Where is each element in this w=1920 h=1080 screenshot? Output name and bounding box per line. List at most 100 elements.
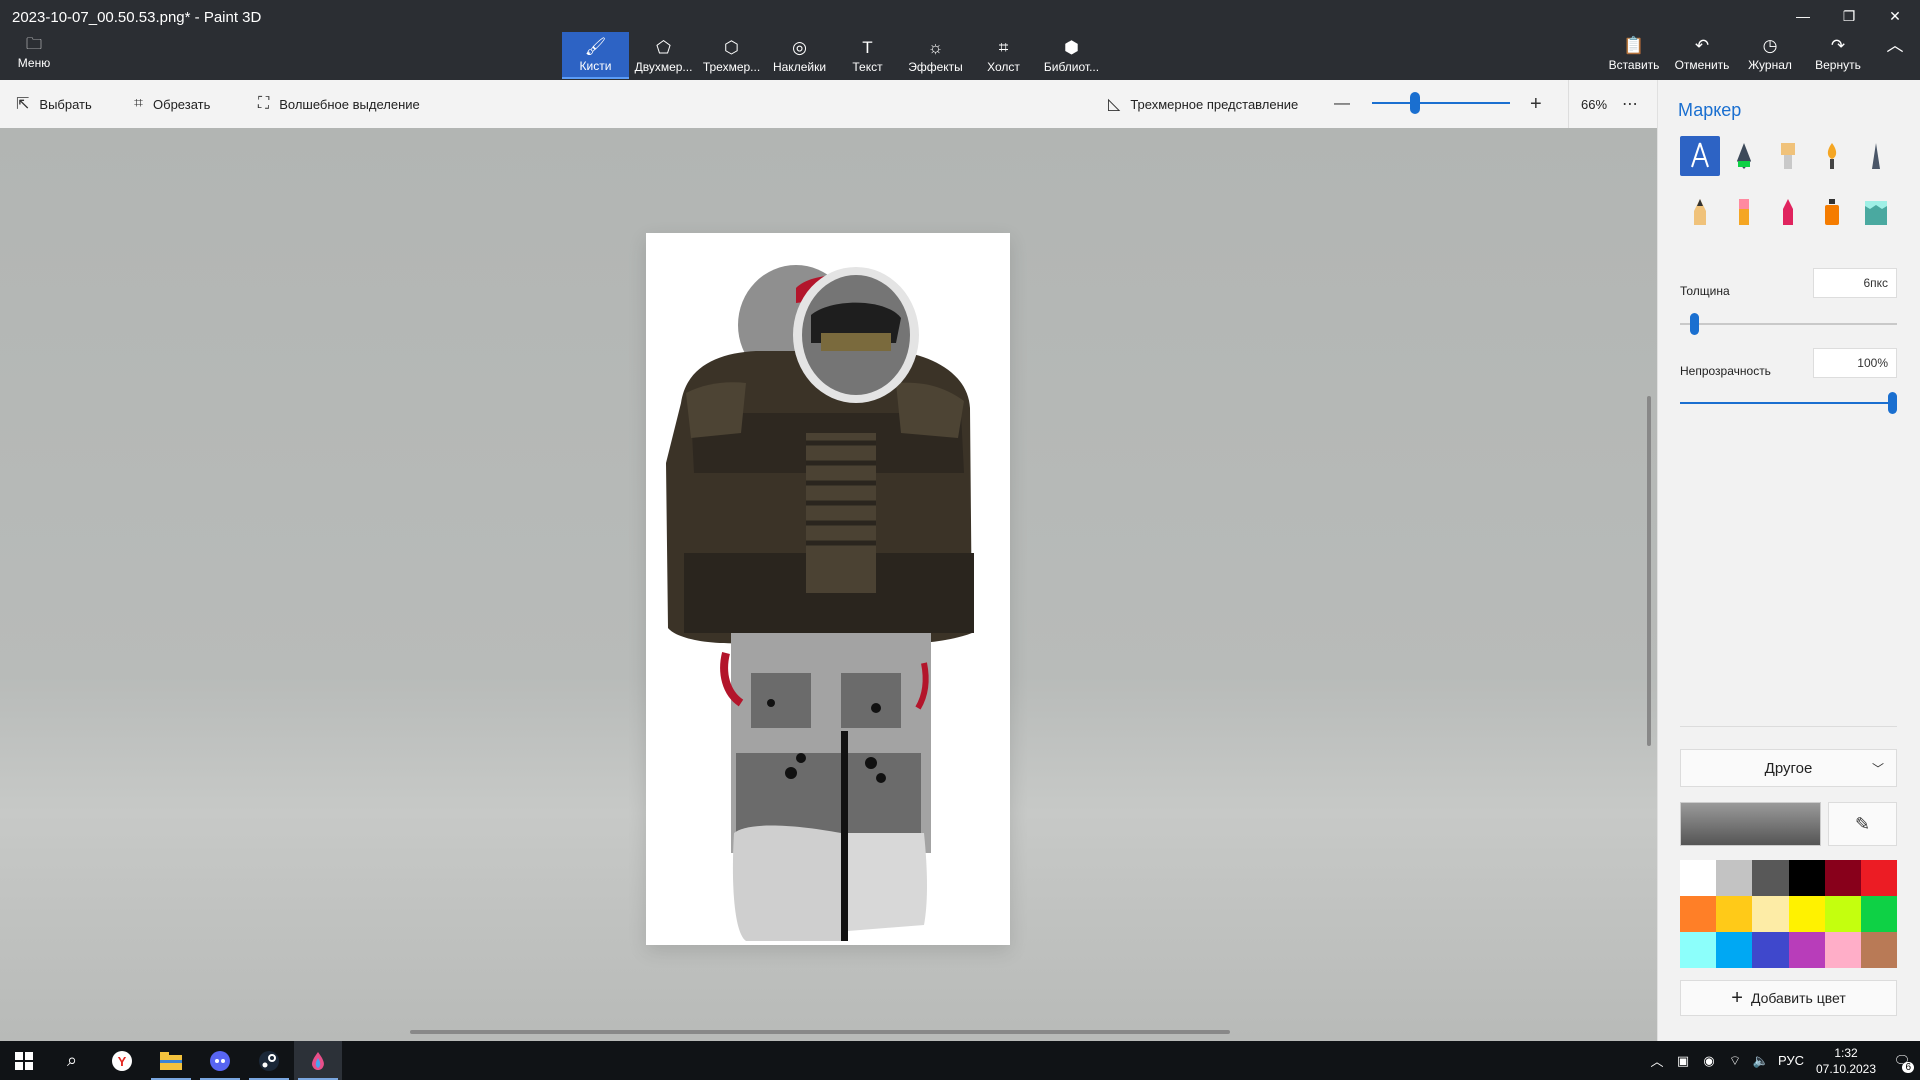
show-hidden-icons[interactable]: ︿ xyxy=(1644,1051,1670,1070)
color-swatch[interactable] xyxy=(1716,932,1753,968)
vertical-scrollbar[interactable] xyxy=(1647,396,1651,746)
opacity-slider-thumb[interactable] xyxy=(1888,392,1897,414)
tab-label: Наклейки xyxy=(772,59,827,74)
zoom-in-button[interactable]: + xyxy=(1530,80,1542,128)
add-color-button[interactable]: + Добавить цвет xyxy=(1680,980,1897,1016)
collapse-ribbon-button[interactable]: ︿ xyxy=(1872,36,1918,76)
volume-icon[interactable]: 🔈 xyxy=(1748,1053,1774,1069)
calligraphy-pen-brush[interactable] xyxy=(1724,136,1764,176)
network-icon[interactable]: ⌔ xyxy=(1722,1053,1748,1069)
pixel-pen-brush[interactable] xyxy=(1856,136,1896,176)
oil-brush[interactable] xyxy=(1768,136,1808,176)
paste-label: Вставить xyxy=(1608,58,1660,72)
select-label: Выбрать xyxy=(39,96,92,112)
color-swatch[interactable] xyxy=(1824,896,1861,932)
paste-button[interactable]: 📋 Вставить xyxy=(1600,36,1668,76)
pencil-brush[interactable] xyxy=(1680,192,1720,232)
notifications-button[interactable]: 🗨 6 xyxy=(1884,1053,1920,1073)
tab-text[interactable]: T Текст xyxy=(834,32,901,79)
tab-effects[interactable]: ☼ Эффекты xyxy=(902,32,969,79)
history-label: Журнал xyxy=(1748,58,1792,72)
color-swatch[interactable] xyxy=(1716,896,1753,932)
3d-view-button[interactable]: ◺ Трехмерное представление xyxy=(1108,80,1298,128)
spray-can-brush[interactable] xyxy=(1812,192,1852,232)
undo-label: Отменить xyxy=(1674,58,1730,72)
color-swatch[interactable] xyxy=(1716,860,1753,896)
menu-button[interactable]: 🗀 Меню xyxy=(8,36,60,76)
thickness-label: Толщина xyxy=(1680,284,1730,298)
color-swatch[interactable] xyxy=(1860,932,1897,968)
tab-stickers[interactable]: ◎ Наклейки xyxy=(766,32,833,79)
folder-icon xyxy=(160,1051,182,1070)
color-swatch[interactable] xyxy=(1824,860,1861,896)
crop-button[interactable]: ⌗ Обрезать xyxy=(134,80,210,128)
tab-canvas[interactable]: ⌗ Холст xyxy=(970,32,1037,79)
discord-taskbar[interactable] xyxy=(196,1041,244,1080)
crayon-brush[interactable] xyxy=(1768,192,1808,232)
color-swatch[interactable] xyxy=(1752,896,1789,932)
tab-label: Двухмер... xyxy=(634,59,693,74)
color-swatch[interactable] xyxy=(1788,896,1825,932)
tab-brushes[interactable]: 🖌 Кисти xyxy=(562,32,629,79)
tab-3d-shapes[interactable]: ⬡ Трехмер... xyxy=(698,32,765,79)
zoom-out-button[interactable]: — xyxy=(1334,80,1350,128)
minimize-button[interactable]: — xyxy=(1780,0,1826,32)
canvas-workspace[interactable] xyxy=(0,128,1657,1041)
tab-2d-shapes[interactable]: ⬠ Двухмер... xyxy=(630,32,697,79)
search-button[interactable]: ⌕ xyxy=(48,1041,96,1080)
color-swatch[interactable] xyxy=(1680,896,1717,932)
color-palette-dropdown[interactable]: Другое ﹀ xyxy=(1680,749,1897,787)
magic-select-label: Волшебное выделение xyxy=(279,96,420,112)
canvas[interactable] xyxy=(646,233,1010,945)
thickness-slider-track[interactable] xyxy=(1680,323,1897,325)
discord-tray-icon[interactable]: ◉ xyxy=(1696,1053,1722,1069)
color-swatch[interactable] xyxy=(1680,860,1717,896)
file-explorer-taskbar[interactable] xyxy=(147,1041,195,1080)
eraser-brush[interactable] xyxy=(1724,192,1764,232)
watercolor-brush[interactable] xyxy=(1812,136,1852,176)
close-button[interactable]: ✕ xyxy=(1872,0,1918,32)
magic-select-button[interactable]: ⛶ Волшебное выделение xyxy=(258,80,420,128)
color-swatch[interactable] xyxy=(1860,896,1897,932)
opacity-input[interactable]: 100% xyxy=(1813,348,1897,378)
color-swatch[interactable] xyxy=(1680,932,1717,968)
tab-library[interactable]: ⬢ Библиот... xyxy=(1038,32,1105,79)
redo-button[interactable]: ↷ Вернуть xyxy=(1804,36,1872,76)
chevron-up-icon: ︿ xyxy=(1886,36,1904,55)
eyedropper-button[interactable]: ✎ xyxy=(1828,802,1897,846)
zoom-slider-thumb[interactable] xyxy=(1410,92,1420,114)
yandex-browser-taskbar[interactable]: Y xyxy=(98,1041,146,1080)
fill-bucket-icon xyxy=(1865,201,1887,225)
paint3d-taskbar[interactable] xyxy=(294,1041,342,1080)
steam-taskbar[interactable] xyxy=(245,1041,293,1080)
more-options-button[interactable]: ⋯ xyxy=(1622,80,1638,128)
clock-time: 1:32 xyxy=(1834,1045,1858,1060)
clock[interactable]: 1:32 07.10.2023 xyxy=(1808,1045,1884,1077)
fill-brush[interactable] xyxy=(1856,192,1896,232)
opacity-slider-track[interactable] xyxy=(1680,402,1897,404)
color-swatch[interactable] xyxy=(1752,860,1789,896)
zoom-slider-track[interactable] xyxy=(1372,102,1510,104)
watercolor-icon xyxy=(1827,143,1837,169)
current-color-swatch[interactable] xyxy=(1680,802,1821,846)
horizontal-scrollbar[interactable] xyxy=(410,1030,1230,1034)
color-swatch[interactable] xyxy=(1860,860,1897,896)
color-swatch[interactable] xyxy=(1788,932,1825,968)
start-button[interactable] xyxy=(0,1041,48,1080)
marker-brush[interactable] xyxy=(1680,136,1720,176)
history-button[interactable]: ◷ Журнал xyxy=(1736,36,1804,76)
restore-button[interactable]: ❐ xyxy=(1826,0,1872,32)
app-tray-icon[interactable]: ▣ xyxy=(1670,1053,1696,1069)
astronaut-drawing xyxy=(666,265,974,941)
plus-icon: + xyxy=(1731,986,1743,1009)
color-swatch[interactable] xyxy=(1788,860,1825,896)
thickness-input[interactable]: 6пкс xyxy=(1813,268,1897,298)
color-swatch[interactable] xyxy=(1752,932,1789,968)
language-indicator[interactable]: РУС xyxy=(1774,1053,1808,1068)
oil-brush-icon xyxy=(1781,143,1795,169)
undo-button[interactable]: ↶ Отменить xyxy=(1668,36,1736,76)
select-button[interactable]: ⇱ Выбрать xyxy=(16,80,92,128)
tab-label: Библиот... xyxy=(1043,59,1100,74)
thickness-slider-thumb[interactable] xyxy=(1690,313,1700,335)
color-swatch[interactable] xyxy=(1824,932,1861,968)
